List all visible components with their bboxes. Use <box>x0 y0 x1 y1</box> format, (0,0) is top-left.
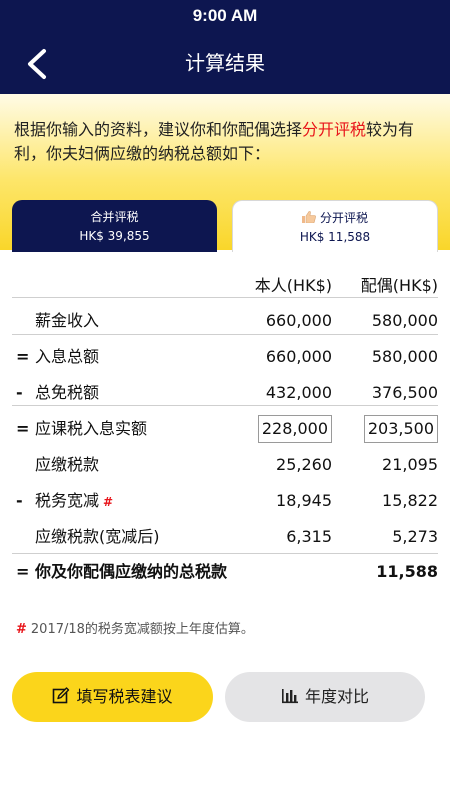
row-operator: = <box>16 419 30 438</box>
row-value-spouse: 21,095 <box>382 455 438 474</box>
tab-joint-assessment[interactable]: 合并评税 HK$ 39,855 <box>12 200 217 252</box>
year-compare-label: 年度对比 <box>304 687 369 706</box>
divider <box>12 334 438 335</box>
row-operator: = <box>16 347 30 366</box>
recommendation-text-before: 根据你输入的资料，建议你和你配偶选择 <box>14 120 303 139</box>
row-label: 税务宽减 <box>35 491 100 510</box>
fill-tax-return-label: 填写税表建议 <box>76 687 173 706</box>
recommendation-highlight: 分开评税 <box>302 120 367 139</box>
row-value-self: 660,000 <box>265 347 332 366</box>
divider <box>12 405 438 406</box>
total-operator: = <box>16 562 30 581</box>
row-value-spouse: 580,000 <box>371 311 438 330</box>
edit-icon <box>53 687 70 704</box>
table-row: - 税务宽减 # 18,945 15,822 <box>0 484 450 518</box>
row-label: 应缴税款 <box>35 455 100 474</box>
total-value: 11,588 <box>376 562 438 581</box>
footnote-text: 2017/18的税务宽减额按上年度估算。 <box>30 622 254 637</box>
row-value-spouse: 5,273 <box>392 527 438 546</box>
footnote-mark: # <box>103 495 114 509</box>
row-label: 应缴税款(宽减后) <box>35 527 160 546</box>
tab-separate-amount: HK$ 11,588 <box>299 230 371 244</box>
nav-bar: 计算结果 <box>0 32 450 94</box>
recommendation-text: 根据你输入的资料，建议你和你配偶选择分开评税较为有利，你夫妇俩应缴的纳税总额如下… <box>14 118 438 166</box>
total-tax-row: = 你及你配偶应缴纳的总税款 11,588 <box>0 562 450 606</box>
fill-tax-return-button[interactable]: 填写税表建议 <box>12 672 213 722</box>
page-title: 计算结果 <box>185 51 265 75</box>
thumbs-up-icon <box>301 211 316 223</box>
assessable-income-self: 228,000 <box>257 415 332 443</box>
row-value-self: 660,000 <box>265 311 332 330</box>
row-label: 入息总额 <box>35 347 100 366</box>
table-row: 应缴税款 25,260 21,095 <box>0 448 450 482</box>
column-header-self: 本人(HK$) <box>254 276 332 295</box>
bar-chart-icon <box>281 689 298 704</box>
status-time: 9:00 AM <box>192 6 258 25</box>
row-value-spouse: 580,000 <box>371 347 438 366</box>
row-value-self: 25,260 <box>276 455 332 474</box>
result-table: 本人(HK$) 配偶(HK$) 薪金收入 660,000 580,000 = 入… <box>0 252 450 800</box>
table-row: = 应课税入息实额 228,000 203,500 <box>0 412 450 446</box>
table-row: 薪金收入 660,000 580,000 <box>0 304 450 338</box>
row-value-spouse: 15,822 <box>382 491 438 510</box>
row-operator: - <box>16 491 23 510</box>
assessable-income-spouse: 203,500 <box>363 415 438 443</box>
tab-separate-label: 分开评税 <box>319 211 368 225</box>
table-row: 应缴税款(宽减后) 6,315 5,273 <box>0 520 450 554</box>
row-value-self: 18,945 <box>276 491 332 510</box>
tab-joint-amount: HK$ 39,855 <box>79 229 150 243</box>
row-value-self: 6,315 <box>286 527 332 546</box>
footnote-mark: # <box>16 622 27 637</box>
tab-separate-assessment[interactable]: 分开评税 HK$ 11,588 <box>232 200 438 252</box>
row-label: 薪金收入 <box>35 311 100 330</box>
footnote: #2017/18的税务宽减额按上年度估算。 <box>16 618 254 637</box>
year-compare-button[interactable]: 年度对比 <box>225 672 425 722</box>
column-header-spouse: 配偶(HK$) <box>360 276 438 295</box>
table-row: = 入息总额 660,000 580,000 <box>0 340 450 374</box>
divider <box>12 553 438 554</box>
tab-joint-label: 合并评税 <box>90 210 139 224</box>
status-bar: 9:00 AM <box>0 0 450 32</box>
divider <box>12 297 438 298</box>
row-label: 应课税入息实额 <box>35 419 148 438</box>
total-label: 你及你配偶应缴纳的总税款 <box>35 562 228 581</box>
